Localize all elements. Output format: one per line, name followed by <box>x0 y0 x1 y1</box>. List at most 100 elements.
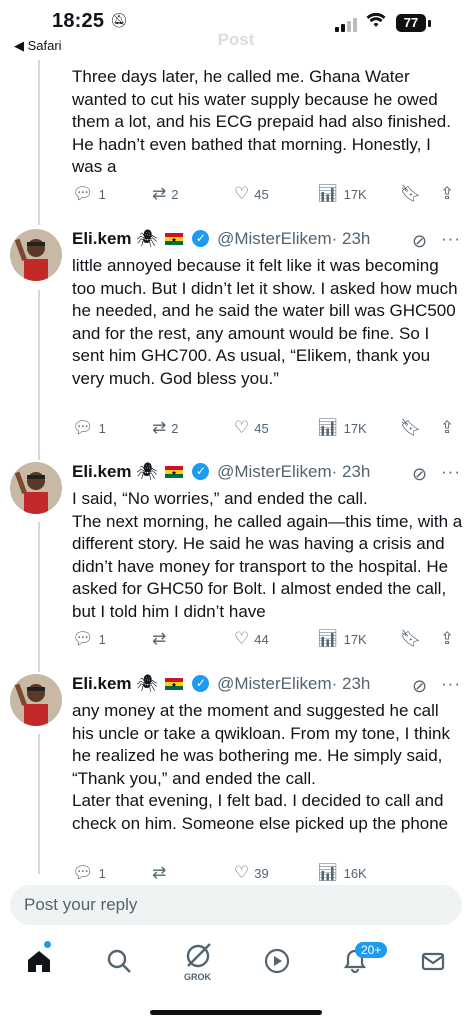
reply-button[interactable]: 💬︎ 1 <box>72 184 106 204</box>
thread-line <box>38 734 40 874</box>
tweet-text: Three days later, he called me. Ghana Wa… <box>72 67 456 177</box>
tweet-text: any money at the moment and suggested he… <box>72 701 450 833</box>
grok-icon[interactable]: ⊘ <box>412 464 427 485</box>
bookmark-button[interactable]: 🔖︎ <box>400 629 427 649</box>
views-icon: 📊︎ <box>317 863 339 882</box>
tweet-header: Eli.kem 🕷 ✓ @MisterElikem· 23h <box>72 674 370 694</box>
spider-emoji-icon: 🕷 <box>136 229 158 248</box>
silent-bell-icon: 🔕︎ <box>110 12 128 28</box>
grok-icon <box>186 943 211 968</box>
like-button[interactable]: ♡ 45 <box>234 418 269 438</box>
grok-icon[interactable]: ⊘ <box>412 231 427 252</box>
bookmark-button[interactable]: 🔖︎ <box>400 184 427 204</box>
thread-line <box>38 290 40 460</box>
ghana-flag-icon <box>164 677 183 690</box>
search-tab[interactable] <box>106 948 132 981</box>
more-options-icon[interactable]: ··· <box>441 229 461 249</box>
bookmark-icon: 🔖︎ <box>400 418 422 437</box>
author-name[interactable]: Eli.kem <box>72 462 132 481</box>
bookmark-button[interactable]: 🔖︎ <box>400 418 427 438</box>
share-button[interactable]: ⇪ <box>440 418 459 438</box>
like-button[interactable]: ♡ 39 <box>234 863 269 883</box>
wifi-icon <box>366 12 386 34</box>
avatar[interactable] <box>10 229 62 281</box>
ghana-flag-icon <box>164 232 183 245</box>
grok-icon[interactable]: ⊘ <box>412 676 427 697</box>
thread-line <box>38 55 40 225</box>
page-title: Post <box>217 30 255 49</box>
repost-icon: ⇄ <box>152 629 167 648</box>
grok-label: GROK <box>184 972 211 982</box>
reply-button[interactable]: 💬︎ 1 <box>72 863 106 883</box>
bookmark-icon: 🔖︎ <box>400 629 422 648</box>
tweet-header: Eli.kem 🕷 ✓ @MisterElikem· 23h <box>72 462 370 482</box>
avatar[interactable] <box>10 462 62 514</box>
messages-tab[interactable] <box>420 948 446 981</box>
ghana-flag-icon <box>164 465 183 478</box>
repost-button[interactable]: ⇄ 2 <box>152 418 178 438</box>
battery-tip <box>428 20 431 27</box>
reply-button[interactable]: 💬︎ 1 <box>72 418 106 438</box>
cellular-signal-icon <box>335 16 359 32</box>
tweet-text: little annoyed because it felt like it w… <box>72 256 463 388</box>
share-button[interactable]: ⇪ <box>440 184 459 204</box>
post-time: · 23h <box>331 229 371 248</box>
views-button[interactable]: 📊︎ 17K <box>317 629 367 649</box>
search-icon <box>107 949 131 973</box>
tweet-actions: 💬︎ 1 ⇄ 2 ♡ 45 📊︎ 17K 🔖︎ ⇪ <box>72 184 462 206</box>
heart-icon: ♡ <box>234 418 250 437</box>
tweet-actions: 💬︎ 1 ⇄ ♡ 39 📊︎ 16K <box>72 863 462 885</box>
repost-icon: ⇄ <box>152 863 167 882</box>
mail-icon <box>421 952 445 971</box>
author-name[interactable]: Eli.kem <box>72 229 132 248</box>
share-button[interactable]: ⇪ <box>440 629 459 649</box>
thread-line <box>38 522 40 672</box>
verified-badge-icon: ✓ <box>192 463 210 481</box>
reply-icon: 💬︎ <box>72 184 94 203</box>
videos-tab[interactable] <box>264 948 290 981</box>
home-icon <box>28 951 50 972</box>
repost-button[interactable]: ⇄ <box>152 863 171 883</box>
like-button[interactable]: ♡ 45 <box>234 184 269 204</box>
author-handle[interactable]: @MisterElikem <box>217 674 332 693</box>
views-button[interactable]: 📊︎ 16K <box>317 863 367 883</box>
share-icon: ⇪ <box>440 629 455 648</box>
home-notification-dot <box>44 941 51 948</box>
share-icon: ⇪ <box>440 418 455 437</box>
status-bar: 18:25 🔕︎ ◀ Safari Post 77 <box>0 0 472 60</box>
views-icon: 📊︎ <box>317 418 339 437</box>
battery-indicator: 77 <box>396 14 426 32</box>
author-handle[interactable]: @MisterElikem <box>217 462 332 481</box>
more-options-icon[interactable]: ··· <box>441 462 461 482</box>
home-indicator <box>150 1010 322 1015</box>
reply-placeholder: Post your reply <box>24 895 138 914</box>
repost-icon: ⇄ <box>152 418 167 437</box>
reply-icon: 💬︎ <box>72 863 94 882</box>
tweet-actions: 💬︎ 1 ⇄ 2 ♡ 45 📊︎ 17K 🔖︎ ⇪ <box>72 418 462 440</box>
repost-button[interactable]: ⇄ <box>152 629 171 649</box>
home-tab[interactable] <box>26 948 52 981</box>
like-button[interactable]: ♡ 44 <box>234 629 269 649</box>
author-handle[interactable]: @MisterElikem <box>217 229 332 248</box>
heart-icon: ♡ <box>234 863 250 882</box>
bookmark-icon: 🔖︎ <box>400 184 422 203</box>
verified-badge-icon: ✓ <box>192 675 210 693</box>
more-options-icon[interactable]: ··· <box>441 674 461 694</box>
reply-icon: 💬︎ <box>72 629 94 648</box>
heart-icon: ♡ <box>234 184 250 203</box>
repost-button[interactable]: ⇄ 2 <box>152 184 178 204</box>
notifications-badge: 20+ <box>355 942 388 958</box>
reply-icon: 💬︎ <box>72 418 94 437</box>
play-icon <box>264 948 290 974</box>
verified-badge-icon: ✓ <box>192 230 210 248</box>
reply-input[interactable]: Post your reply <box>10 885 462 925</box>
views-button[interactable]: 📊︎ 17K <box>317 184 367 204</box>
views-icon: 📊︎ <box>317 184 339 203</box>
reply-button[interactable]: 💬︎ 1 <box>72 629 106 649</box>
spider-emoji-icon: 🕷 <box>136 462 158 481</box>
tweet-actions: 💬︎ 1 ⇄ ♡ 44 📊︎ 17K 🔖︎ ⇪ <box>72 629 462 651</box>
author-name[interactable]: Eli.kem <box>72 674 132 693</box>
avatar[interactable] <box>10 674 62 726</box>
spider-emoji-icon: 🕷 <box>136 674 158 693</box>
views-button[interactable]: 📊︎ 17K <box>317 418 367 438</box>
